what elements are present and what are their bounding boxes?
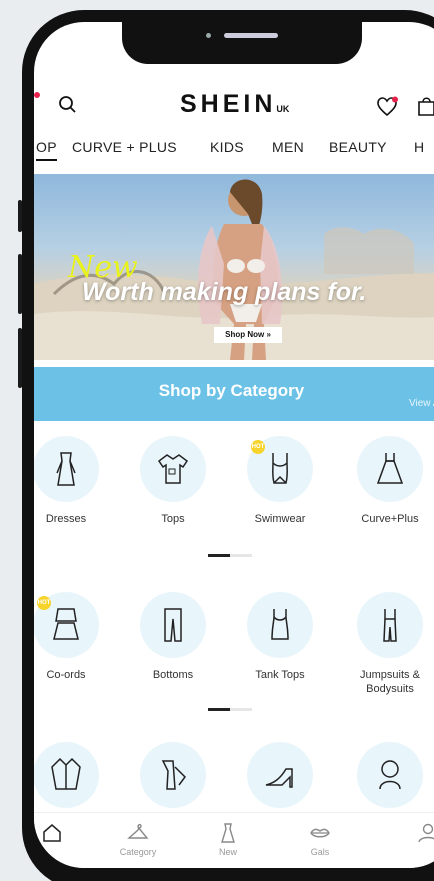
category-label: Tops [161, 513, 185, 525]
promo-banner[interactable]: New Worth making plans for. Shop Now » [34, 174, 434, 360]
view-all-link[interactable]: View AL [409, 398, 434, 409]
category-circle [247, 592, 313, 658]
logo-region: UK [276, 104, 290, 114]
volume-up-button [18, 254, 22, 314]
category-tops[interactable]: Tops [123, 436, 223, 526]
category-bottoms[interactable]: Bottoms [123, 592, 223, 682]
nav-gals[interactable]: Gals [290, 821, 350, 857]
category-circle [140, 742, 206, 808]
front-camera [206, 33, 211, 38]
curve-dress-icon [376, 453, 404, 484]
home-icon [43, 824, 61, 842]
nav-profile[interactable] [398, 821, 434, 847]
category-swimwear[interactable]: HOT Swimwear [230, 436, 330, 526]
bag-icon[interactable] [416, 94, 434, 118]
category-co-ords[interactable]: HOT Co-ords [34, 592, 116, 682]
category-accessories[interactable] [340, 742, 434, 808]
menu-indicator-dot [34, 92, 40, 98]
nav-home[interactable] [34, 821, 82, 847]
category-shoes[interactable] [230, 742, 330, 808]
category-label: Jumpsuits & Bodysuits [340, 668, 434, 696]
tshirt-icon [157, 454, 189, 484]
search-icon[interactable] [58, 94, 78, 116]
category-circle [140, 436, 206, 502]
coords-icon [53, 608, 79, 640]
top-bar: SHEINUK [34, 86, 434, 126]
category-label: Swimwear [254, 513, 306, 525]
shop-now-button[interactable]: Shop Now » [214, 327, 282, 343]
profile-icon [418, 823, 434, 843]
accessories-icon [379, 760, 401, 790]
jeans-icon [161, 760, 186, 790]
category-circle: HOT [34, 592, 99, 658]
category-circle: HOT [247, 436, 313, 502]
bottom-nav: Category New Gals [34, 812, 434, 868]
category-label: Co-ords [46, 669, 86, 681]
category-curve-plus[interactable]: Curve+Plus [340, 436, 434, 526]
logo-text: SHEIN [180, 90, 277, 118]
nav-category[interactable]: Category [108, 821, 168, 857]
wishlist-heart-icon[interactable] [376, 96, 400, 118]
nav-label: Category [119, 847, 157, 857]
category-label: Bottoms [152, 669, 194, 681]
label-line-1: Jumpsuits & [360, 669, 420, 681]
tab-kids[interactable]: KIDS [210, 139, 244, 155]
banner-headline: Worth making plans for. [82, 278, 367, 306]
trousers-icon [164, 608, 182, 642]
new-dress-icon [221, 823, 235, 843]
tab-curve-plus[interactable]: CURVE + PLUS [72, 139, 177, 155]
tab-h[interactable]: H [414, 139, 424, 155]
shein-logo[interactable]: SHEINUK [180, 90, 289, 119]
nav-label: New [218, 847, 237, 857]
category-pager-2 [208, 708, 252, 711]
earpiece-speaker [224, 33, 278, 38]
phone-frame: SHEINUK OP CURVE + PLUS KIDS MEN BEAUTY … [18, 10, 434, 881]
lips-icon [310, 828, 330, 838]
category-circle [247, 742, 313, 808]
app-screen: SHEINUK OP CURVE + PLUS KIDS MEN BEAUTY … [34, 22, 434, 868]
tank-top-icon [271, 609, 289, 640]
hanger-icon [127, 823, 149, 839]
silent-switch [18, 200, 22, 232]
category-dresses[interactable]: Dresses [34, 436, 116, 526]
category-tank-tops[interactable]: Tank Tops [230, 592, 330, 682]
page-background: SHEINUK OP CURVE + PLUS KIDS MEN BEAUTY … [0, 0, 434, 881]
swimsuit-icon [272, 453, 288, 484]
category-circle [357, 742, 423, 808]
category-label: Dresses [45, 513, 87, 525]
category-label: Tank Tops [255, 669, 305, 681]
nav-label: Gals [310, 847, 330, 857]
tab-shop[interactable]: OP [36, 139, 57, 161]
category-jackets[interactable] [34, 742, 116, 808]
category-jumpsuits[interactable]: Jumpsuits & Bodysuits [340, 592, 434, 696]
category-tabs: OP CURVE + PLUS KIDS MEN BEAUTY H [34, 139, 434, 165]
category-pager-1 [208, 554, 252, 557]
nav-new[interactable]: New [198, 821, 258, 857]
category-jeans[interactable] [123, 742, 223, 808]
label-line-2: Bodysuits [366, 683, 414, 695]
category-circle [34, 436, 99, 502]
category-label: Curve+Plus [361, 513, 419, 525]
section-title: Shop by Category [158, 381, 305, 400]
phone-notch [122, 22, 362, 64]
tab-beauty[interactable]: BEAUTY [329, 139, 387, 155]
jacket-icon [51, 757, 81, 790]
jumpsuit-icon [383, 609, 397, 642]
category-circle [140, 592, 206, 658]
shop-by-category-header: Shop by Category View AL [34, 367, 434, 421]
category-circle [34, 742, 99, 808]
dress-icon [56, 452, 76, 486]
heel-shoe-icon [265, 768, 293, 788]
category-circle [357, 436, 423, 502]
tab-men[interactable]: MEN [272, 139, 304, 155]
volume-down-button [18, 328, 22, 388]
category-circle [357, 592, 423, 658]
